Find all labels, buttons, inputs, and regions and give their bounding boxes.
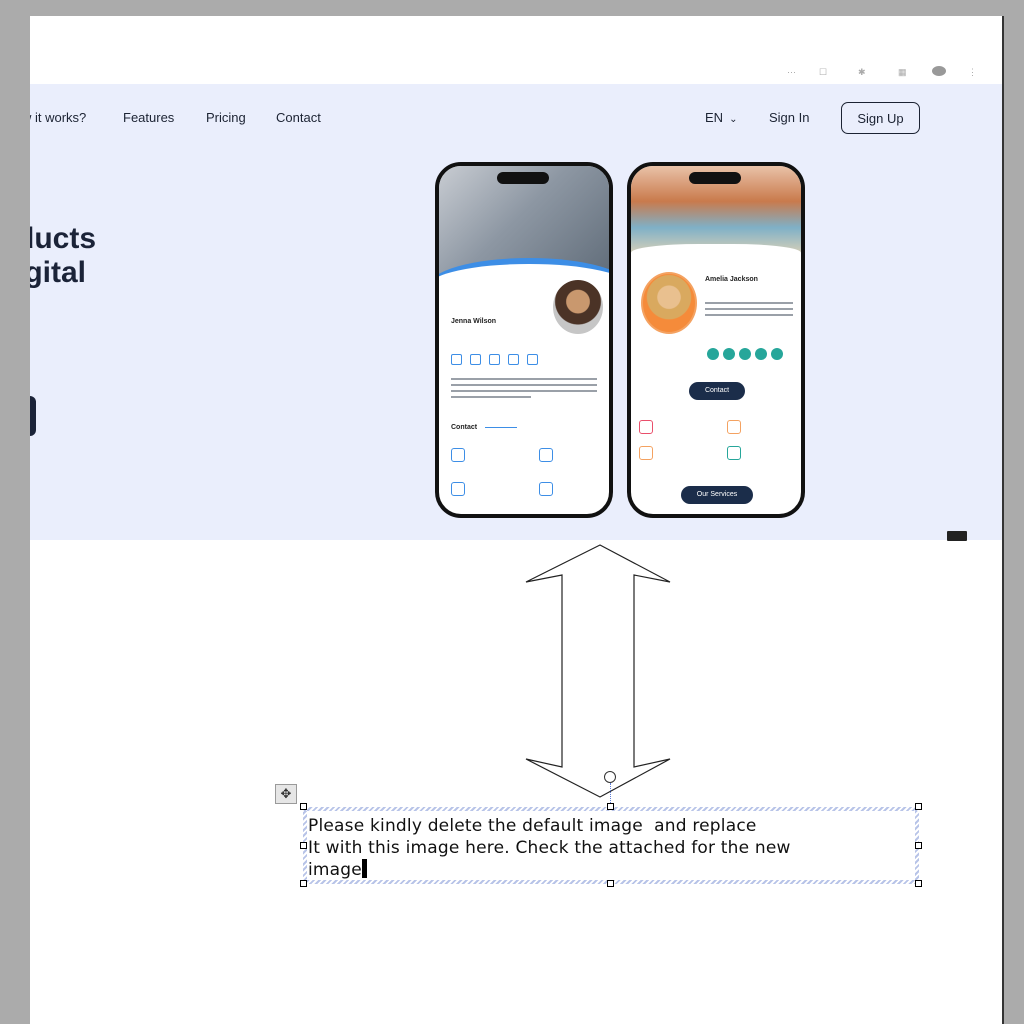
arrow-outline (525, 544, 671, 798)
nav-how-it-works[interactable]: w it works? (30, 110, 86, 125)
profile-name: Amelia Jackson (705, 276, 758, 283)
our-services-button: Our Services (681, 486, 753, 504)
text-line-2: It with this image here. Check the attac… (308, 838, 791, 858)
bio-text (451, 396, 531, 398)
embedded-screenshot[interactable]: ⋯ ☐ ✱ ▦ ⋮ w it works? Features Pricing C… (30, 16, 1002, 540)
profile-avatar-icon (932, 66, 946, 76)
calendar-icon (451, 482, 465, 496)
x-icon (508, 354, 519, 365)
resize-handle-n[interactable] (607, 803, 614, 810)
sign-in-link[interactable]: Sign In (769, 110, 809, 125)
phone-mockup-business: Jenna Wilson Contact (435, 162, 613, 518)
facebook-icon (451, 354, 462, 365)
cloud-shape (631, 244, 801, 266)
social-icon (723, 348, 735, 360)
phone-notch (497, 172, 549, 184)
contact-button: Contact (689, 382, 745, 400)
profile-name: Jenna Wilson (451, 318, 497, 325)
calendar-icon (639, 446, 653, 460)
text-box-content[interactable]: Please kindly delete the default image a… (308, 815, 791, 881)
website-hero: w it works? Features Pricing Contact EN ⌄… (30, 84, 1002, 540)
hero-headline: ducts igital (30, 222, 97, 289)
resize-handle-sw[interactable] (300, 880, 307, 887)
bio-text (451, 384, 597, 386)
browser-icon: ▦ (898, 67, 907, 77)
profile-avatar (641, 272, 697, 334)
social-icon (739, 348, 751, 360)
sign-up-button[interactable]: Sign Up (841, 102, 920, 134)
location-icon (539, 482, 553, 496)
contact-label: Contact (451, 424, 478, 431)
rotate-connector (610, 783, 612, 805)
chevron-down-icon: ⌄ (729, 114, 738, 125)
instagram-icon (470, 354, 481, 365)
bio-text (705, 302, 793, 304)
location-icon (727, 446, 741, 460)
menu-dots-icon: ⋮ (968, 67, 977, 77)
rotate-handle[interactable] (604, 771, 616, 783)
language-selector[interactable]: EN ⌄ (705, 110, 737, 125)
browser-icon: ⋯ (787, 67, 796, 77)
social-icon (755, 348, 767, 360)
youtube-icon (527, 354, 538, 365)
social-icon (707, 348, 719, 360)
browser-toolbar: ⋯ ☐ ✱ ▦ ⋮ (30, 16, 1002, 85)
browser-icon: ☐ (819, 67, 828, 77)
resize-handle-nw[interactable] (300, 803, 307, 810)
bio-text (705, 314, 793, 316)
nav-contact[interactable]: Contact (276, 110, 321, 125)
linkedin-icon (489, 354, 500, 365)
email-icon (639, 420, 653, 434)
resize-handle-s[interactable] (607, 880, 614, 887)
resize-handle-se[interactable] (915, 880, 922, 887)
email-icon (451, 448, 465, 462)
phone-notch (689, 172, 741, 184)
bio-text (451, 390, 597, 392)
nav-pricing[interactable]: Pricing (206, 110, 246, 125)
bio-text (451, 378, 597, 380)
phone-mockup-school: Amelia Jackson Contact Our Services (627, 162, 805, 518)
nav-features[interactable]: Features (123, 110, 174, 125)
resize-handle-ne[interactable] (915, 803, 922, 810)
phone-icon (727, 420, 741, 434)
browser-icon: ✱ (858, 67, 866, 77)
resize-handle-e[interactable] (915, 842, 922, 849)
move-icon[interactable]: ✥ (275, 784, 297, 804)
text-line-3: image (308, 860, 362, 880)
phone-icon (539, 448, 553, 462)
profile-avatar (551, 278, 605, 336)
language-label: EN (705, 110, 724, 125)
image-badge (947, 531, 967, 541)
bio-text (705, 308, 793, 310)
text-caret (361, 859, 367, 878)
double-arrow-shape[interactable] (490, 527, 710, 807)
text-line-1: Please kindly delete the default image a… (308, 816, 757, 836)
resize-handle-w[interactable] (300, 842, 307, 849)
hero-cta-button[interactable] (30, 396, 36, 436)
social-icon (771, 348, 783, 360)
arrow-line (485, 427, 517, 428)
